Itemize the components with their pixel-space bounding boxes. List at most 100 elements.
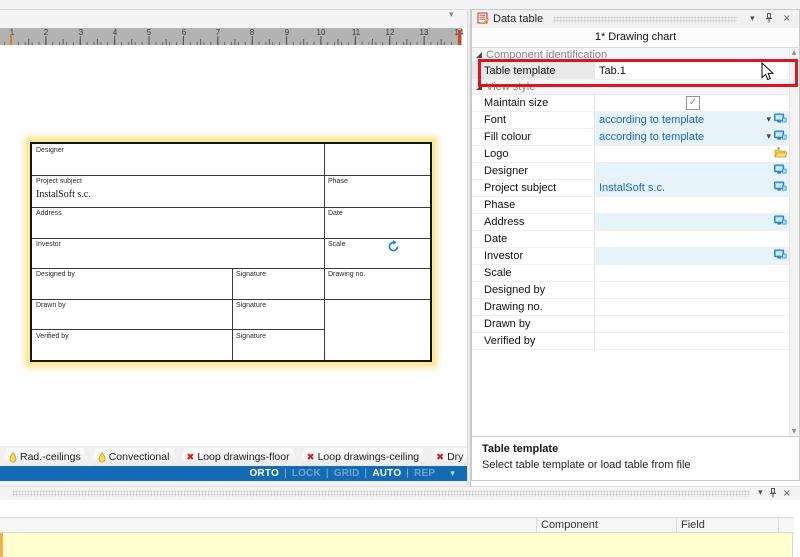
grid-header-field[interactable]: Field xyxy=(676,518,778,532)
status-toggle-grid[interactable]: GRID xyxy=(334,468,360,479)
designed-by-value[interactable] xyxy=(594,282,790,298)
grid-new-row[interactable] xyxy=(0,533,793,557)
close-icon[interactable]: × xyxy=(780,14,794,24)
scroll-up-icon[interactable]: ▲ xyxy=(790,49,798,56)
status-error-icon: ✖ xyxy=(186,452,194,463)
open-folder-icon[interactable] xyxy=(774,147,787,161)
from-project-icon[interactable] xyxy=(774,215,787,229)
from-project-icon[interactable] xyxy=(774,164,787,178)
drawing-chart-table[interactable]: Designer Project subject InstalSoft s.c.… xyxy=(30,142,432,362)
from-project-icon[interactable] xyxy=(774,181,787,195)
drawing-no-value[interactable] xyxy=(594,299,790,315)
from-project-icon[interactable] xyxy=(774,130,787,144)
data-table-icon xyxy=(477,12,489,27)
collapse-triangle-icon xyxy=(476,52,482,58)
status-toggle-lock[interactable]: LOCK xyxy=(292,468,321,479)
sheet-tab-bar: Rad.-ceilings Convectional ✖ Loop drawin… xyxy=(0,446,467,466)
address-value[interactable] xyxy=(594,214,790,230)
dropdown-arrow-icon[interactable]: ▾ xyxy=(766,132,771,142)
ruler-collapse-icon[interactable]: ▾ xyxy=(449,10,454,20)
scroll-down-icon[interactable]: ▼ xyxy=(790,428,798,435)
fill-colour-value[interactable]: according to template ▾ xyxy=(594,129,790,145)
property-row-drawing-no: Drawing no. xyxy=(472,299,790,316)
property-row-designed-by: Designed by xyxy=(472,282,790,299)
phase-value[interactable] xyxy=(594,197,790,213)
status-toggle-orto[interactable]: ORTO xyxy=(249,468,279,479)
drawing-canvas[interactable]: Designer Project subject InstalSoft s.c.… xyxy=(0,45,467,446)
property-label: Project subject xyxy=(472,182,594,194)
panel-menu-arrow-icon[interactable]: ▾ xyxy=(747,15,758,24)
bottom-panel-title-bar[interactable]: ▾ × xyxy=(0,486,800,500)
panel-drag-grip[interactable] xyxy=(553,16,737,23)
dropdown-arrow-icon[interactable]: ▾ xyxy=(766,115,771,125)
close-icon[interactable]: × xyxy=(780,489,794,499)
property-label: Font xyxy=(472,114,594,126)
collapse-triangle-icon xyxy=(476,84,482,90)
table-gridline xyxy=(32,299,430,300)
grid-header-component[interactable]: Component xyxy=(536,518,676,532)
property-value-cell: ✓ xyxy=(594,95,790,111)
pin-icon[interactable] xyxy=(762,13,776,25)
rotate-cursor-icon xyxy=(387,240,400,253)
ruler-number: 2 xyxy=(36,28,56,37)
status-toggle-rep[interactable]: REP xyxy=(414,468,435,479)
tab-dry-systems[interactable]: ✖ Dry systems xyxy=(429,448,467,466)
date-value[interactable] xyxy=(594,231,790,247)
table-gridline xyxy=(32,238,430,239)
property-label: Verified by xyxy=(472,335,594,347)
status-menu-arrow-icon[interactable]: ▾ xyxy=(450,469,455,479)
data-table-panel: Data table ▾ × 1* Drawing chart Componen… xyxy=(471,9,800,481)
cell-verified-by: Verified by xyxy=(36,333,69,340)
ruler-number: 9 xyxy=(277,28,297,37)
font-value[interactable]: according to template ▾ xyxy=(594,112,790,128)
property-value: InstalSoft s.c. xyxy=(599,182,771,194)
cell-designer: Designer xyxy=(36,147,64,154)
logo-value[interactable] xyxy=(594,146,790,162)
cell-designed-by: Designed by xyxy=(36,271,75,278)
pin-icon[interactable] xyxy=(766,488,780,500)
property-label: Phase xyxy=(472,199,594,211)
panel-title-bar[interactable]: Data table ▾ × xyxy=(472,10,799,29)
from-project-icon[interactable] xyxy=(774,249,787,263)
section-view-style[interactable]: View style xyxy=(472,80,790,95)
panel-scrollbar[interactable]: ▲ ▼ xyxy=(789,48,798,436)
tab-loop-drawings-ceiling[interactable]: ✖ Loop drawings-ceiling xyxy=(300,448,428,466)
property-label: Maintain size xyxy=(472,97,594,109)
status-error-icon: ✖ xyxy=(436,452,444,463)
ruler-number: 10 xyxy=(311,28,331,37)
project-subject-value[interactable]: InstalSoft s.c. xyxy=(594,180,790,196)
property-grid: Component identification Table template … xyxy=(472,48,790,350)
bottom-panel: Component Field xyxy=(0,500,800,557)
status-toggle-auto[interactable]: AUTO xyxy=(372,468,401,479)
table-gridline xyxy=(32,329,324,330)
property-label: Investor xyxy=(472,250,594,262)
tab-convectional[interactable]: Convectional xyxy=(91,448,178,466)
panel-menu-arrow-icon[interactable]: ▾ xyxy=(755,489,766,498)
tab-rad-ceilings[interactable]: Rad.-ceilings xyxy=(2,448,89,466)
property-value: according to template xyxy=(599,114,763,126)
property-label: Fill colour xyxy=(472,131,594,143)
property-row-table-template: Table template Tab.1 xyxy=(472,62,790,80)
cell-project-subject: Project subject xyxy=(36,178,82,185)
property-row-address: Address xyxy=(472,214,790,231)
property-value: according to template xyxy=(599,131,763,143)
panel-drag-grip[interactable] xyxy=(12,490,749,497)
drawn-by-value[interactable] xyxy=(594,316,790,332)
status-warning-icon xyxy=(98,452,106,463)
panel-title: Data table xyxy=(493,13,543,25)
property-label: Address xyxy=(472,216,594,228)
help-text: Select table template or load table from… xyxy=(482,459,789,471)
from-project-icon[interactable] xyxy=(774,113,787,127)
section-component-identification[interactable]: Component identification xyxy=(472,48,790,62)
verified-by-value[interactable] xyxy=(594,333,790,349)
scale-value[interactable] xyxy=(594,265,790,281)
property-row-investor: Investor xyxy=(472,248,790,265)
maintain-size-checkbox[interactable]: ✓ xyxy=(686,96,700,110)
ruler-origin-marker xyxy=(10,34,12,45)
tab-loop-drawings-floor[interactable]: ✖ Loop drawings-floor xyxy=(179,448,297,466)
grid-header-end xyxy=(778,518,794,532)
designer-value[interactable] xyxy=(594,163,790,179)
table-gridline xyxy=(324,144,325,360)
cell-signature: Signature xyxy=(236,271,266,278)
investor-value[interactable] xyxy=(594,248,790,264)
